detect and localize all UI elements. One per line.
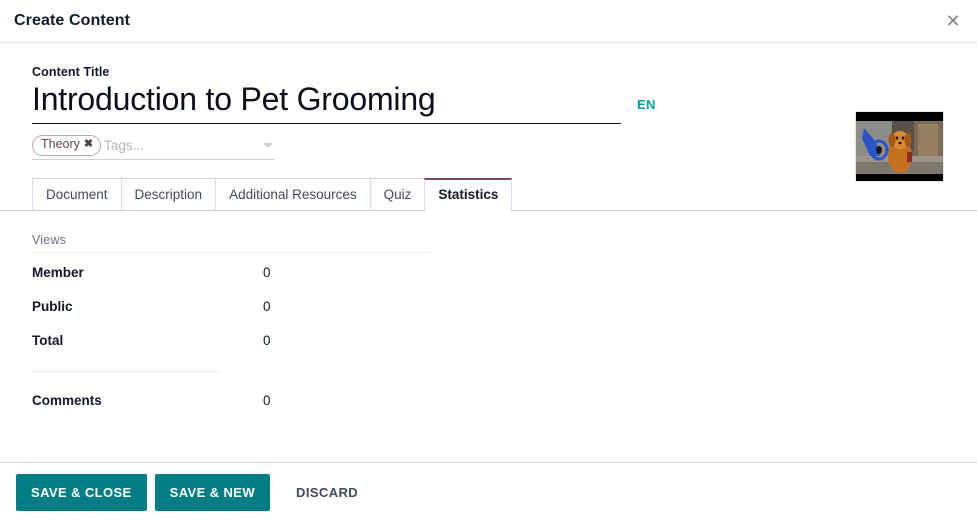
- stat-label-member: Member: [32, 265, 263, 280]
- stat-value-total: 0: [263, 333, 271, 348]
- tab-quiz[interactable]: Quiz: [370, 178, 426, 210]
- content-tabs: Document Description Additional Resource…: [0, 178, 977, 211]
- tab-description[interactable]: Description: [121, 178, 217, 210]
- tab-document[interactable]: Document: [32, 178, 122, 210]
- tags-field[interactable]: Theory ✖ Tags...: [32, 135, 275, 160]
- tags-placeholder[interactable]: Tags...: [104, 138, 263, 153]
- language-badge[interactable]: EN: [637, 97, 656, 112]
- tab-additional-resources[interactable]: Additional Resources: [215, 178, 371, 210]
- stat-value-public: 0: [263, 299, 271, 314]
- content-title-input[interactable]: [32, 80, 621, 124]
- content-header-block: Content Title EN Theory ✖ Tags...: [0, 43, 977, 160]
- content-title-label: Content Title: [32, 65, 947, 79]
- close-icon[interactable]: ✕: [939, 7, 967, 35]
- table-row: Member 0: [32, 259, 977, 287]
- stat-label-comments: Comments: [32, 393, 263, 408]
- title-row: EN: [32, 80, 947, 124]
- stat-value-comments: 0: [263, 393, 271, 408]
- create-content-dialog: Create Content ✕ Content Title EN Theory…: [0, 0, 977, 521]
- dialog-title: Create Content: [14, 12, 130, 30]
- save-and-close-button[interactable]: SAVE & CLOSE: [16, 474, 147, 511]
- stat-value-member: 0: [263, 265, 271, 280]
- tab-statistics[interactable]: Statistics: [424, 178, 512, 210]
- table-row: Comments 0: [32, 387, 977, 415]
- chevron-down-icon[interactable]: [263, 143, 273, 148]
- content-thumbnail-image[interactable]: [855, 111, 944, 182]
- stat-label-total: Total: [32, 333, 263, 348]
- thumbnail-artwork: [856, 112, 944, 182]
- dialog-body: Content Title EN Theory ✖ Tags...: [0, 43, 977, 462]
- save-and-new-button[interactable]: SAVE & NEW: [155, 474, 270, 511]
- tag-chip-theory[interactable]: Theory ✖: [32, 135, 101, 156]
- remove-tag-icon[interactable]: ✖: [84, 138, 93, 152]
- statistics-panel: Views Member 0 Public 0 Total 0 Comments…: [0, 211, 977, 415]
- dialog-header: Create Content ✕: [0, 0, 977, 43]
- table-row: Total 0: [32, 327, 977, 355]
- tag-chip-label: Theory: [41, 137, 80, 153]
- statistics-divider: [32, 371, 218, 372]
- dialog-footer: SAVE & CLOSE SAVE & NEW DISCARD: [0, 462, 977, 521]
- discard-button[interactable]: DISCARD: [286, 474, 368, 511]
- views-section-heading: Views: [32, 233, 430, 253]
- table-row: Public 0: [32, 293, 977, 321]
- stat-label-public: Public: [32, 299, 263, 314]
